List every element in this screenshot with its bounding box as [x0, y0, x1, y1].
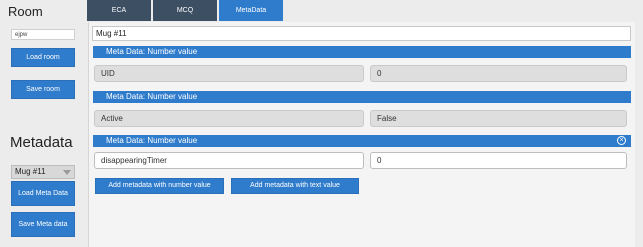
object-select-value: Mug #11 [15, 167, 46, 176]
metadata-entry-header: Meta Data: Number value [93, 91, 631, 103]
add-number-metadata-button[interactable]: Add metadata with number value [95, 178, 224, 194]
metadata-panel: Mug #11 Meta Data: Number value UID 0 Me… [88, 22, 635, 247]
metadata-entry-header: Meta Data: Number value [93, 46, 631, 58]
metadata-title: Metadata [10, 134, 73, 151]
close-icon[interactable]: × [617, 136, 626, 145]
metadata-value-input[interactable]: 0 [370, 152, 627, 169]
metadata-entry-header: Meta Data: Number value × [93, 135, 631, 147]
chevron-down-icon [63, 170, 71, 175]
tab-metadata[interactable]: MetaData [219, 0, 283, 21]
tab-eca[interactable]: ECA [87, 0, 151, 21]
object-name-field[interactable]: Mug #11 [92, 26, 631, 41]
tab-bar: ECA MCQ MetaData [86, 0, 643, 22]
room-title: Room [8, 4, 43, 19]
save-room-button[interactable]: Save room [11, 80, 75, 99]
metadata-value-field: 0 [370, 65, 627, 82]
room-input[interactable]: ejpw [11, 29, 75, 40]
tab-mcq[interactable]: MCQ [153, 0, 217, 21]
left-sidebar: Room ejpw Load room Save room Metadata M… [0, 0, 86, 247]
add-text-metadata-button[interactable]: Add metadata with text value [231, 178, 359, 194]
metadata-key-input[interactable]: disappearingTimer [94, 152, 364, 169]
load-meta-data-button[interactable]: Load Meta Data [11, 181, 75, 206]
metadata-entry-header-label: Meta Data: Number value [106, 136, 198, 145]
load-room-button[interactable]: Load room [11, 48, 75, 67]
metadata-value-field: False [370, 110, 627, 127]
object-select[interactable]: Mug #11 [11, 165, 75, 179]
save-meta-data-button[interactable]: Save Meta data [11, 212, 75, 237]
metadata-key-field: Active [94, 110, 364, 127]
metadata-key-field: UID [94, 65, 364, 82]
